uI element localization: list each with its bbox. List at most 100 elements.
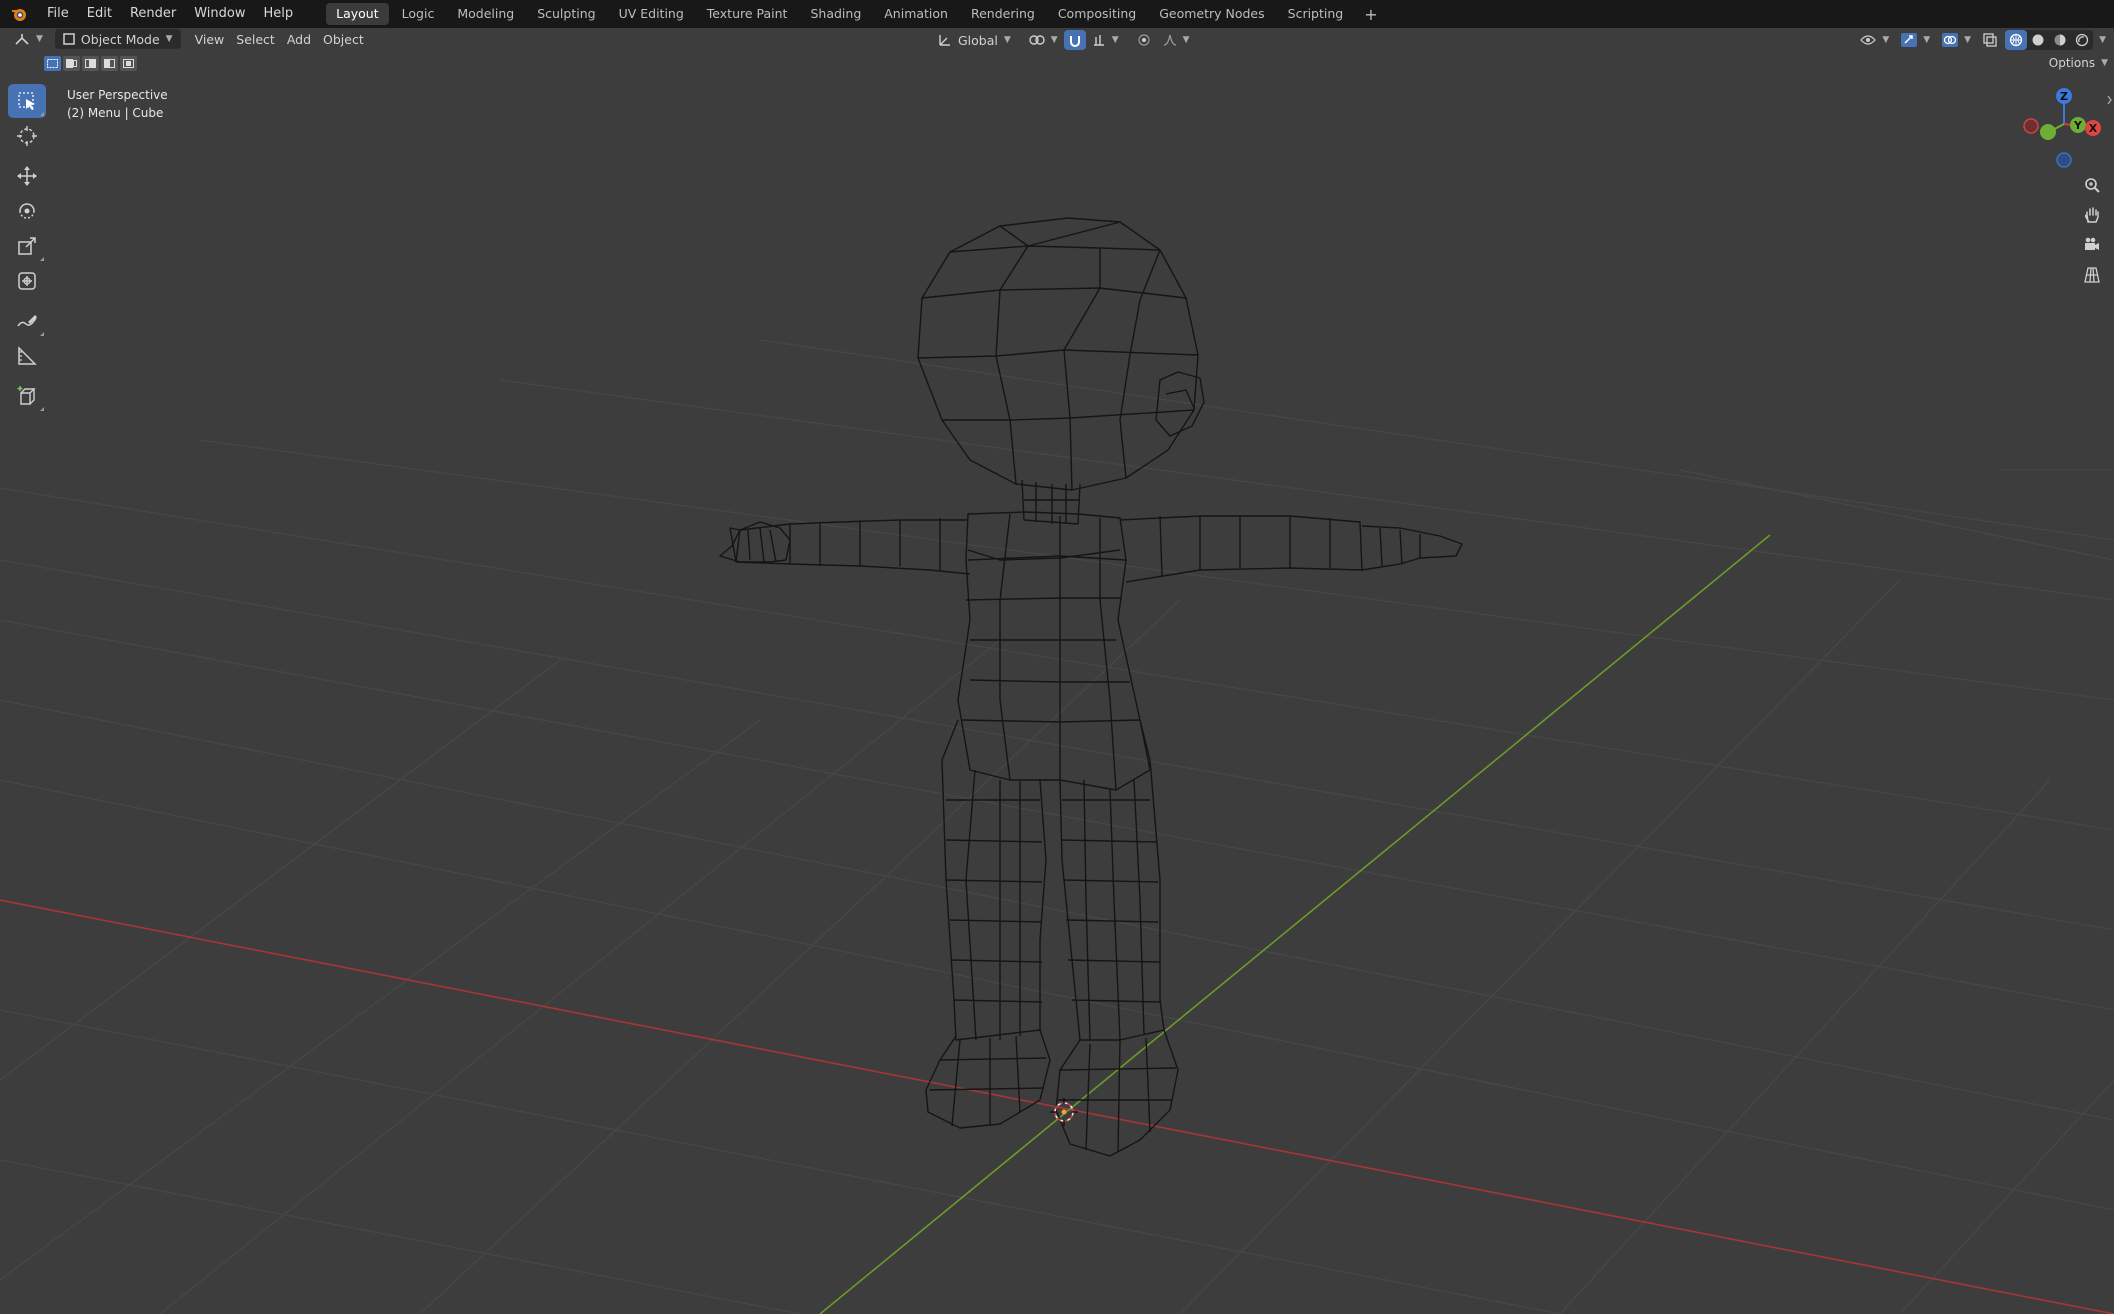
pivot-point-dropdown[interactable]: ▼	[1023, 29, 1064, 51]
viewport-3d-scene[interactable]	[0, 0, 2114, 1314]
xray-toggle-icon[interactable]	[1977, 29, 2003, 51]
view-menu[interactable]: View	[189, 28, 231, 50]
select-subtract-icon[interactable]	[82, 56, 99, 71]
options-label: Options	[2048, 56, 2096, 70]
editor-type-button[interactable]: ▼	[8, 28, 49, 50]
rotate-tool[interactable]	[8, 194, 46, 228]
viewport-info-overlay: User Perspective (2) Menu | Cube	[67, 86, 168, 122]
select-new-icon[interactable]	[44, 56, 61, 71]
gizmo-z-label: Z	[2060, 90, 2068, 103]
cursor-tool[interactable]	[8, 119, 46, 153]
add-workspace-button[interactable]: +	[1356, 5, 1385, 24]
select-extend-icon[interactable]	[63, 56, 80, 71]
menu-edit[interactable]: Edit	[78, 0, 121, 28]
select-invert-icon[interactable]	[101, 56, 118, 71]
rendered-shading-icon[interactable]	[2071, 30, 2093, 50]
gizmo-icon	[1901, 33, 1918, 47]
chevron-down-icon: ▼	[1923, 35, 1931, 45]
shading-options-chevron-icon[interactable]: ▼	[2099, 35, 2106, 45]
gizmo-dropdown[interactable]: ▼	[1895, 29, 1936, 51]
wireframe-shading-icon[interactable]	[2005, 30, 2028, 50]
chevron-down-icon: ▼	[1111, 35, 1119, 45]
snap-target-icon	[1093, 35, 1104, 46]
measure-tool[interactable]	[8, 339, 46, 373]
object-origin-dot	[1061, 1109, 1067, 1115]
sidebar-toggle-icon[interactable]	[2107, 95, 2112, 105]
top-menu-bar: File Edit Render Window Help Layout Logi…	[0, 0, 2114, 28]
snap-toggle-icon[interactable]	[1063, 30, 1086, 50]
add-cube-icon	[17, 386, 36, 405]
tab-rendering[interactable]: Rendering	[961, 3, 1045, 25]
menu-help[interactable]: Help	[255, 0, 303, 28]
orientation-label: Global	[958, 32, 998, 48]
tab-logic[interactable]: Logic	[392, 3, 445, 25]
mode-dropdown[interactable]: Object Mode ▼	[54, 29, 181, 49]
navigation-tools	[2077, 170, 2107, 290]
select-menu[interactable]: Select	[230, 28, 281, 50]
select-intersect-icon[interactable]	[120, 56, 137, 71]
blender-logo-icon[interactable]	[0, 0, 38, 28]
scale-tool[interactable]	[8, 229, 46, 263]
add-cube-tool[interactable]	[8, 379, 46, 413]
viewport-header: ▼ Object Mode ▼ View Select Add Object G…	[0, 28, 2114, 50]
tab-texture-paint[interactable]: Texture Paint	[697, 3, 798, 25]
cursor-icon	[17, 126, 37, 146]
overlays-dropdown[interactable]: ▼	[1936, 29, 1977, 51]
snap-target-dropdown[interactable]: ▼	[1086, 29, 1125, 51]
chevron-down-icon: ▼	[1050, 35, 1058, 45]
gizmo-neg-z-icon[interactable]	[2056, 152, 2072, 168]
annotate-tool[interactable]	[8, 304, 46, 338]
tab-layout[interactable]: Layout	[326, 3, 389, 25]
annotate-pencil-icon	[17, 315, 37, 327]
solid-shading-icon[interactable]	[2027, 30, 2049, 50]
gizmo-neg-y-icon[interactable]	[2040, 124, 2056, 140]
tab-geometry-nodes[interactable]: Geometry Nodes	[1149, 3, 1274, 25]
tab-uv-editing[interactable]: UV Editing	[609, 3, 694, 25]
menu-file[interactable]: File	[38, 0, 78, 28]
move-tool[interactable]	[8, 159, 46, 193]
rotate-icon	[19, 203, 35, 219]
view-name-label: User Perspective	[67, 88, 168, 102]
pan-hand-icon[interactable]	[2077, 200, 2107, 230]
gizmo-x-label: X	[2089, 122, 2098, 135]
object-mode-icon	[63, 33, 75, 45]
chevron-down-icon: ▼	[1003, 35, 1011, 45]
zoom-icon[interactable]	[2077, 170, 2107, 200]
add-menu[interactable]: Add	[281, 28, 317, 50]
perspective-grid-icon[interactable]	[2077, 260, 2107, 290]
camera-icon[interactable]	[2077, 230, 2107, 260]
chevron-down-icon: ▼	[1964, 35, 1972, 45]
chevron-down-icon: ▼	[165, 34, 173, 44]
falloff-dropdown[interactable]: ▼	[1157, 29, 1196, 51]
chevron-down-icon: ▼	[2101, 58, 2108, 68]
select-box-icon	[18, 92, 35, 110]
chevron-down-icon: ▼	[1882, 35, 1890, 45]
proportional-editing-icon[interactable]	[1131, 29, 1157, 51]
select-box-tool[interactable]	[8, 84, 46, 118]
transform-tool[interactable]	[8, 264, 46, 298]
options-dropdown[interactable]: Options ▼	[2049, 56, 2108, 70]
tab-animation[interactable]: Animation	[874, 3, 958, 25]
menu-window[interactable]: Window	[185, 0, 254, 28]
navigation-gizmo[interactable]: Z Y X	[2016, 82, 2112, 172]
eye-icon	[1860, 35, 1877, 45]
gizmo-neg-x-icon[interactable]	[2023, 118, 2039, 134]
menu-render[interactable]: Render	[121, 0, 185, 28]
object-info-label: (2) Menu | Cube	[67, 106, 164, 120]
object-menu[interactable]: Object	[317, 28, 370, 50]
tab-scripting[interactable]: Scripting	[1278, 3, 1354, 25]
scale-icon	[18, 237, 36, 255]
tab-shading[interactable]: Shading	[800, 3, 871, 25]
falloff-curve-icon	[1163, 34, 1176, 46]
material-shading-icon[interactable]	[2049, 30, 2071, 50]
tab-modeling[interactable]: Modeling	[447, 3, 524, 25]
editor-type-icon	[15, 34, 29, 45]
ruler-icon	[18, 346, 37, 365]
selection-mode-buttons	[44, 56, 137, 71]
tab-compositing[interactable]: Compositing	[1048, 3, 1146, 25]
tool-shelf	[8, 84, 46, 414]
visibility-dropdown[interactable]: ▼	[1854, 29, 1895, 51]
transform-orientation-dropdown[interactable]: Global ▼	[932, 29, 1017, 51]
tab-sculpting[interactable]: Sculpting	[527, 3, 605, 25]
chevron-down-icon: ▼	[36, 34, 43, 44]
